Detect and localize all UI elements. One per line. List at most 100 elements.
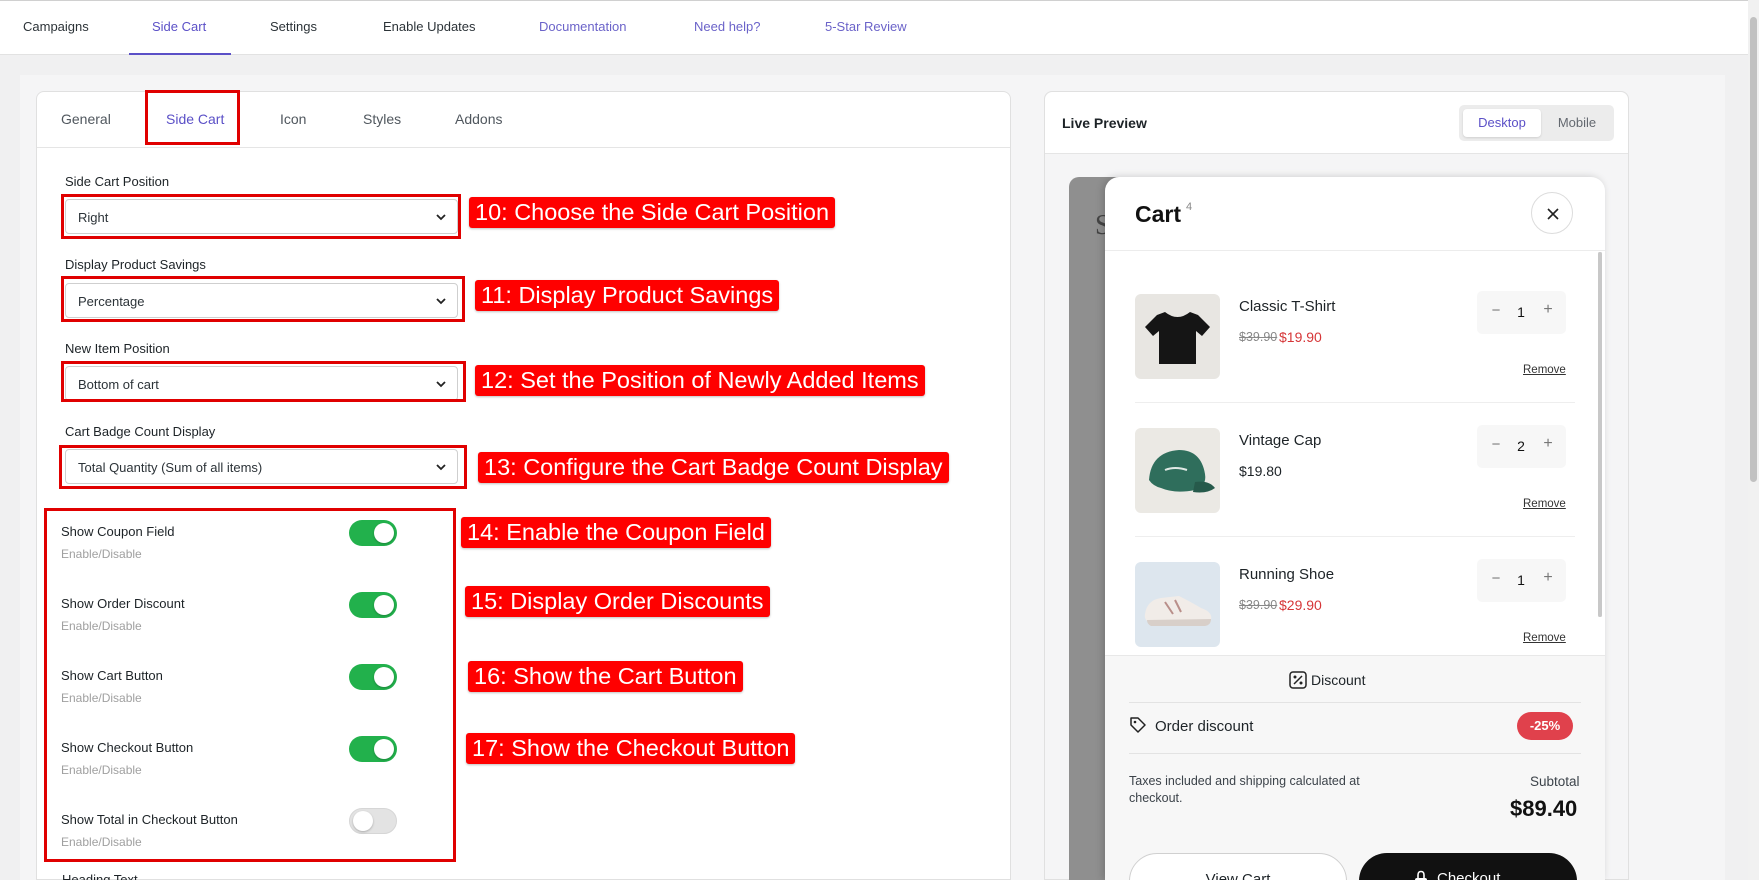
- toggle-label-total-in-checkout: Show Total in Checkout Button: [61, 812, 238, 827]
- tag-icon: [1130, 717, 1146, 733]
- item-sale-price: $29.90: [1279, 597, 1322, 613]
- show-coupon-field-toggle[interactable]: [349, 520, 397, 546]
- increase-quantity-button[interactable]: +: [1539, 569, 1557, 587]
- annotation-12: 12: Set the Position of Newly Added Item…: [475, 365, 925, 396]
- footer-divider: [1129, 753, 1581, 754]
- cart-count-badge: 4: [1186, 201, 1193, 213]
- show-total-in-checkout-toggle[interactable]: [349, 808, 397, 834]
- decrease-quantity-button[interactable]: −: [1487, 570, 1505, 587]
- quantity-value[interactable]: 1: [1511, 572, 1531, 588]
- nav-five-star-review[interactable]: 5-Star Review: [825, 19, 907, 34]
- display-product-savings-label: Display Product Savings: [65, 257, 206, 272]
- side-cart-position-select[interactable]: Right: [65, 199, 458, 234]
- cart-badge-count-label: Cart Badge Count Display: [65, 424, 216, 439]
- quantity-stepper: − 1 +: [1477, 559, 1566, 602]
- cap-icon: [1149, 450, 1215, 493]
- annotation-text: 11: Display Product Savings: [481, 282, 774, 308]
- show-cart-button-toggle[interactable]: [349, 664, 397, 690]
- chevron-down-icon: [436, 214, 446, 221]
- nav-need-help[interactable]: Need help?: [694, 19, 761, 34]
- remove-item-link[interactable]: Remove: [1523, 498, 1566, 510]
- close-cart-button[interactable]: [1531, 192, 1573, 234]
- desktop-mode-button[interactable]: Desktop: [1463, 109, 1541, 137]
- increase-quantity-button[interactable]: +: [1539, 435, 1557, 453]
- show-order-discount-toggle[interactable]: [349, 592, 397, 618]
- cart-scrollbar[interactable]: [1598, 252, 1602, 617]
- annotation-text: 10: Choose the Side Cart Position: [475, 199, 830, 225]
- annotation-16: 16: Show the Cart Button: [468, 661, 743, 692]
- side-cart-drawer: Cart 4 Classic T-Shirt $39.90 $19.90 − 1…: [1105, 177, 1605, 880]
- chevron-down-icon: [436, 464, 446, 471]
- decrease-quantity-button[interactable]: −: [1487, 436, 1505, 453]
- new-item-position-label: New Item Position: [65, 341, 170, 356]
- annotation-text: 14: Enable the Coupon Field: [467, 519, 765, 545]
- quantity-stepper: − 2 +: [1477, 425, 1566, 468]
- remove-item-link[interactable]: Remove: [1523, 364, 1566, 376]
- subtotal-label: Subtotal: [1530, 774, 1580, 789]
- quantity-value[interactable]: 1: [1511, 304, 1531, 320]
- annotation-text: 16: Show the Cart Button: [474, 663, 737, 689]
- footer-divider: [1129, 702, 1581, 703]
- mobile-mode-button[interactable]: Mobile: [1543, 109, 1611, 137]
- cap-image: [1135, 428, 1220, 513]
- top-nav-bar: Campaigns Side Cart Settings Enable Upda…: [0, 0, 1748, 55]
- remove-item-link[interactable]: Remove: [1523, 632, 1566, 644]
- live-preview-title: Live Preview: [1062, 115, 1147, 131]
- nav-side-cart[interactable]: Side Cart: [152, 19, 206, 34]
- checkout-label: Checkout: [1437, 870, 1501, 880]
- annotation-14: 14: Enable the Coupon Field: [461, 517, 771, 548]
- heading-text-label: Heading Text: [62, 872, 138, 880]
- quantity-value[interactable]: 2: [1511, 438, 1531, 454]
- item-name: Vintage Cap: [1239, 432, 1322, 449]
- increase-quantity-button[interactable]: +: [1539, 301, 1557, 319]
- toggle-knob: [374, 595, 394, 615]
- new-item-position-select[interactable]: Bottom of cart: [65, 366, 458, 401]
- nav-settings[interactable]: Settings: [270, 19, 317, 34]
- tab-general[interactable]: General: [61, 111, 111, 127]
- item-divider: [1135, 402, 1575, 403]
- view-cart-button[interactable]: View Cart: [1129, 853, 1347, 880]
- cart-badge-count-select[interactable]: Total Quantity (Sum of all items): [65, 449, 458, 484]
- side-cart-position-label: Side Cart Position: [65, 174, 170, 189]
- nav-documentation[interactable]: Documentation: [539, 19, 626, 34]
- item-name: Classic T-Shirt: [1239, 298, 1336, 315]
- cart-title: Cart: [1135, 201, 1182, 227]
- toggle-sub-coupon: Enable/Disable: [61, 547, 142, 561]
- tab-styles[interactable]: Styles: [363, 111, 401, 127]
- nav-enable-updates[interactable]: Enable Updates: [383, 19, 476, 34]
- toggle-sub-total-in-checkout: Enable/Disable: [61, 835, 142, 849]
- toggle-knob: [374, 667, 394, 687]
- annotation-13: 13: Configure the Cart Badge Count Displ…: [478, 452, 949, 483]
- quantity-stepper: − 1 +: [1477, 291, 1566, 334]
- item-sale-price: $19.90: [1279, 329, 1322, 345]
- discount-percent-icon: [1289, 671, 1307, 689]
- decrease-quantity-button[interactable]: −: [1487, 302, 1505, 319]
- order-discount-label: Order discount: [1155, 718, 1254, 735]
- cart-item: Classic T-Shirt $39.90 $19.90 − 1 + Remo…: [1135, 291, 1575, 428]
- lock-icon: [1415, 870, 1427, 880]
- page-scrollbar[interactable]: [1750, 17, 1757, 482]
- annotation-11: 11: Display Product Savings: [475, 280, 780, 311]
- tab-side-cart[interactable]: Side Cart: [166, 111, 224, 127]
- checkout-button[interactable]: Checkout: [1359, 853, 1577, 880]
- shoe-image: [1135, 562, 1220, 647]
- show-checkout-button-toggle[interactable]: [349, 736, 397, 762]
- order-discount-badge: -25%: [1517, 712, 1573, 740]
- discount-toggle[interactable]: Discount: [1311, 672, 1365, 688]
- item-divider: [1135, 536, 1575, 537]
- tab-addons[interactable]: Addons: [455, 111, 502, 127]
- annotation-15: 15: Display Order Discounts: [465, 586, 770, 617]
- nav-campaigns[interactable]: Campaigns: [23, 19, 89, 34]
- toggle-sub-order-discount: Enable/Disable: [61, 619, 142, 633]
- live-preview-header: Live Preview Desktop Mobile: [1045, 92, 1628, 154]
- item-old-price: $39.90: [1239, 598, 1278, 612]
- item-price: $19.80: [1239, 463, 1282, 479]
- cart-footer: Discount Order discount -25% Taxes inclu…: [1105, 655, 1605, 880]
- new-item-position-value: Bottom of cart: [78, 377, 159, 392]
- item-old-price: $39.90: [1239, 330, 1278, 344]
- display-product-savings-select[interactable]: Percentage: [65, 283, 458, 318]
- subtotal-value: $89.40: [1510, 796, 1578, 821]
- tab-icon[interactable]: Icon: [280, 111, 306, 127]
- toggle-knob: [353, 811, 373, 831]
- view-cart-label: View Cart: [1205, 871, 1271, 880]
